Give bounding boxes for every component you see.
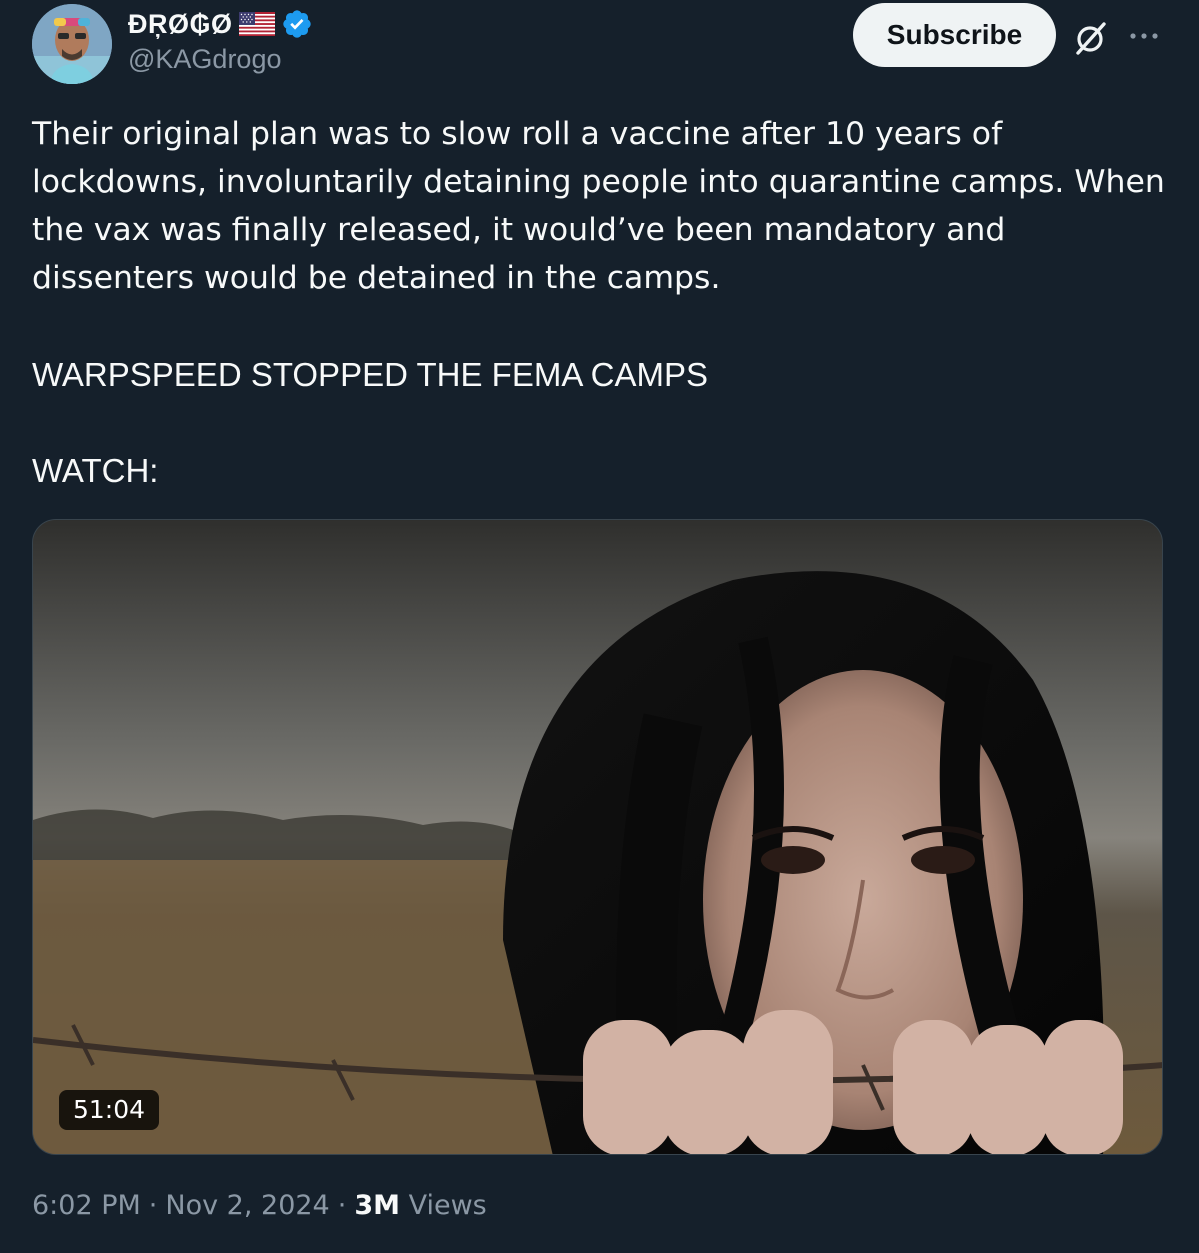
us-flag-icon [238,12,275,36]
video-thumbnail [33,520,1162,1154]
post-meta: 6:02 PM · Nov 2, 2024 · 3M Views [32,1190,487,1221]
views-label: Views [408,1190,487,1221]
meta-separator: · [337,1190,347,1221]
subscribe-button[interactable]: Subscribe [853,3,1056,67]
avatar[interactable] [32,4,112,84]
author-display-name[interactable]: ĐŖØ₲Ø [128,9,233,40]
video-duration-badge: 51:04 [59,1090,160,1130]
post-time[interactable]: 6:02 PM [32,1190,141,1221]
post-paragraph-3: WATCH: [32,452,159,489]
post-text: Their original plan was to slow roll a v… [32,110,1167,302]
tweet: ĐŖØ₲Ø @KAGdrogo Subscribe Their original… [0,0,1199,1253]
more-icon[interactable] [1126,22,1162,50]
author-handle[interactable]: @KAGdrogo [128,44,281,75]
meta-separator: · [148,1190,158,1221]
avatar-image [32,4,112,84]
post-paragraph-1: Their original plan was to slow roll a v… [32,116,1165,296]
post-date[interactable]: Nov 2, 2024 [165,1190,329,1221]
post-paragraph-2: WARPSPEED STOPPED THE FEMA CAMPS [32,356,709,393]
views-count: 3M [354,1190,400,1221]
author-name-row: ĐŖØ₲Ø [128,6,313,42]
grok-icon[interactable] [1070,18,1110,58]
verified-badge-icon[interactable] [281,8,313,40]
video-player[interactable]: 51:04 [32,519,1163,1155]
